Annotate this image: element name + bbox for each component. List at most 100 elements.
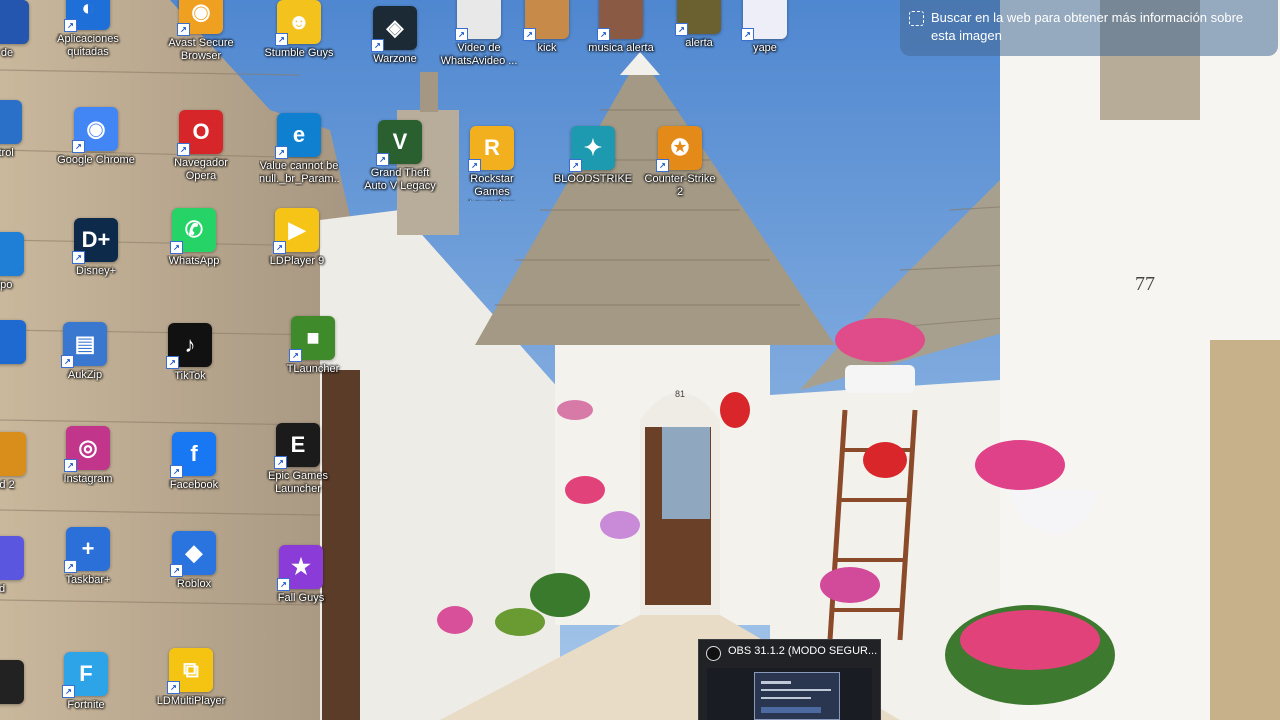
video-whatsapp-icon: ↗ bbox=[455, 0, 501, 41]
value-cannot-be-null-glyph: e bbox=[292, 122, 306, 147]
desktop-icon-musica-alerta[interactable]: ↗ musica alerta bbox=[581, 0, 661, 55]
rockstar-launcher-label: Rockstar Games Launcher bbox=[469, 173, 515, 201]
disney-plus-glyph: D+ bbox=[81, 227, 111, 252]
facebook-glyph: f bbox=[190, 441, 198, 466]
ldmultiplayer-icon: ⧉ ↗ bbox=[167, 648, 213, 694]
avast-glyph: ◉ bbox=[191, 0, 211, 24]
desktop-icon-aukzip[interactable]: ▤ ↗ AukZip bbox=[45, 322, 125, 382]
shortcut-arrow-icon: ↗ bbox=[455, 28, 468, 41]
taskbar-plus-glyph: + bbox=[81, 536, 95, 561]
desktop-icon-facebook[interactable]: f ↗ Facebook bbox=[154, 432, 234, 492]
aukzip-label: AukZip bbox=[67, 369, 103, 381]
shortcut-arrow-icon: ↗ bbox=[675, 23, 688, 36]
desktop-icon-aplicaciones-quitadas[interactable]: ◐ ↗ Aplicaciones quitadas bbox=[48, 0, 128, 59]
desktop-icon-value-cannot-be-null[interactable]: e ↗ Value cannot be null._br_Param... bbox=[259, 113, 339, 186]
desktop-icon-fall-guys[interactable]: ★ ↗ Fall Guys bbox=[261, 545, 341, 605]
whatsapp-label: WhatsApp bbox=[168, 255, 220, 267]
warzone-icon: ◈ ↗ bbox=[371, 6, 417, 52]
desktop-icon-warzone[interactable]: ◈ ↗ Warzone bbox=[355, 6, 435, 66]
fall-guys-label: Fall Guys bbox=[277, 592, 325, 604]
desktop-icon-gta-v[interactable]: V ↗ Grand Theft Auto V Legacy bbox=[360, 120, 440, 193]
partial-aipo-label: aipo bbox=[0, 279, 13, 291]
desktop-icon-counter-strike-2[interactable]: ✪ ↗ Counter-Strike 2 bbox=[640, 126, 720, 199]
house-number: 77 bbox=[1135, 273, 1155, 295]
musica-alerta-label: musica alerta bbox=[588, 42, 654, 54]
warzone-glyph: ◈ bbox=[386, 15, 404, 40]
shortcut-arrow-icon: ↗ bbox=[468, 159, 481, 172]
desktop-icon-roblox[interactable]: ◆ ↗ Roblox bbox=[154, 531, 234, 591]
ldplayer9-label: LDPlayer 9 bbox=[269, 255, 325, 267]
disney-plus-icon: D+ ↗ bbox=[72, 218, 118, 264]
desktop-icon-whatsapp[interactable]: ✆ ↗ WhatsApp bbox=[154, 208, 234, 268]
desktop-icon-partial-d[interactable]: ↗d bbox=[0, 536, 42, 596]
desktop-icon-instagram[interactable]: ◎ ↗ Instagram bbox=[48, 426, 128, 486]
shortcut-arrow-icon: ↗ bbox=[656, 159, 669, 172]
desktop-icon-fortnite[interactable]: F ↗ Fortnite bbox=[46, 652, 126, 712]
desktop-icon-google-chrome[interactable]: ◉ ↗ Google Chrome bbox=[56, 107, 136, 167]
tiktok-icon: ♪ ↗ bbox=[166, 323, 212, 369]
epic-games-label: Epic Games Launcher bbox=[268, 470, 328, 495]
obs-taskbar-preview[interactable]: OBS 31.1.2 (MODO SEGUR... bbox=[698, 639, 881, 720]
aplicaciones-quitadas-label: Aplicaciones quitadas bbox=[57, 33, 119, 58]
fall-guys-glyph: ★ bbox=[291, 554, 311, 579]
tiktok-glyph: ♪ bbox=[184, 332, 196, 357]
desktop-icon-partial-blue[interactable]: ↗ bbox=[0, 320, 44, 367]
desktop-icon-avast[interactable]: ◉ ↗ Avast Secure Browser bbox=[161, 0, 241, 63]
shortcut-arrow-icon: ↗ bbox=[166, 356, 179, 369]
control-panel-label: ontrol bbox=[0, 147, 14, 159]
ldmultiplayer-glyph: ⧉ bbox=[183, 657, 199, 682]
bloodstrike-icon: ✦ ↗ bbox=[569, 126, 615, 172]
bloodstrike-label: BLOODSTRIKE bbox=[553, 173, 633, 185]
roblox-glyph: ◆ bbox=[185, 540, 203, 565]
desktop-icon-yape[interactable]: ↗ yape bbox=[725, 0, 805, 55]
desktop-icon-tiktok[interactable]: ♪ ↗ TikTok bbox=[150, 323, 230, 383]
obs-preview-thumbnail[interactable] bbox=[707, 668, 872, 720]
shortcut-arrow-icon: ↗ bbox=[277, 578, 290, 591]
tlauncher-icon: ■ ↗ bbox=[289, 316, 335, 362]
instagram-icon: ◎ ↗ bbox=[64, 426, 110, 472]
desktop-icon-disney-plus[interactable]: D+ ↗ Disney+ bbox=[56, 218, 136, 278]
stumble-guys-glyph: ☻ bbox=[287, 9, 311, 34]
desktop-icon-tlauncher[interactable]: ■ ↗ TLauncher bbox=[273, 316, 353, 376]
aplicaciones-quitadas-icon: ◐ ↗ bbox=[64, 0, 110, 32]
whatsapp-glyph: ✆ bbox=[184, 217, 204, 242]
desktop-icon-rockstar-launcher[interactable]: R↗Rockstar Games Launcher bbox=[452, 126, 532, 201]
ldplayer9-glyph: ▶ bbox=[288, 217, 306, 242]
shortcut-arrow-icon: ↗ bbox=[741, 28, 754, 41]
desktop-icon-ldmultiplayer[interactable]: ⧉ ↗ LDMultiPlayer bbox=[151, 648, 231, 708]
kick-icon: ↗ bbox=[523, 0, 569, 41]
door-number: 81 bbox=[675, 389, 685, 399]
desktop-icon-epic-games[interactable]: E ↗ Epic Games Launcher bbox=[258, 423, 338, 496]
shortcut-arrow-icon: ↗ bbox=[275, 146, 288, 159]
stumble-guys-label: Stumble Guys bbox=[264, 47, 334, 59]
shortcut-arrow-icon: ↗ bbox=[170, 241, 183, 254]
desktop-icon-control-panel[interactable]: ↗ ontrol bbox=[0, 100, 40, 160]
shortcut-arrow-icon: ↗ bbox=[376, 153, 389, 166]
desktop-icon-partial-bottom[interactable]: ↗ bbox=[0, 660, 42, 707]
desktop-icon-taskbar-plus[interactable]: + ↗ Taskbar+ bbox=[48, 527, 128, 587]
avast-label: Avast Secure Browser bbox=[168, 37, 234, 62]
shortcut-arrow-icon: ↗ bbox=[177, 143, 190, 156]
partial-de-icon: ↗ bbox=[0, 0, 29, 44]
fortnite-label: Fortnite bbox=[67, 699, 105, 711]
desktop-icon-partial-aipo[interactable]: ↗ aipo bbox=[0, 232, 42, 292]
partial-bottom-icon: ↗ bbox=[0, 660, 24, 704]
partial-aipo-icon: ↗ bbox=[0, 232, 24, 276]
gta-v-glyph: V bbox=[392, 129, 408, 154]
desktop-icon-bloodstrike[interactable]: ✦ ↗ BLOODSTRIKE bbox=[553, 126, 633, 186]
desktop-icon-partial-de[interactable]: ↗ de bbox=[0, 0, 47, 60]
lens-search-banner[interactable]: Buscar en la web para obtener más inform… bbox=[900, 0, 1278, 56]
desktop-icon-stumble-guys[interactable]: ☻ ↗ Stumble Guys bbox=[259, 0, 339, 60]
desktop-icon-navegador-opera[interactable]: O ↗ Navegador Opera bbox=[161, 110, 241, 183]
tiktok-label: TikTok bbox=[174, 370, 206, 382]
desktop-icon-ldplayer9[interactable]: ▶ ↗ LDPlayer 9 bbox=[257, 208, 337, 268]
shortcut-arrow-icon: ↗ bbox=[597, 28, 610, 41]
aplicaciones-quitadas-glyph: ◐ bbox=[81, 0, 95, 20]
desktop-icon-partial-ad2[interactable]: ↗ ad 2 bbox=[0, 432, 44, 492]
shortcut-arrow-icon: ↗ bbox=[177, 23, 190, 36]
aukzip-icon: ▤ ↗ bbox=[61, 322, 107, 368]
roblox-label: Roblox bbox=[176, 578, 212, 590]
taskbar-plus-label: Taskbar+ bbox=[65, 574, 111, 586]
desktop-icon-kick[interactable]: ↗ kick bbox=[507, 0, 587, 55]
rockstar-launcher-icon: R ↗ bbox=[468, 126, 514, 172]
